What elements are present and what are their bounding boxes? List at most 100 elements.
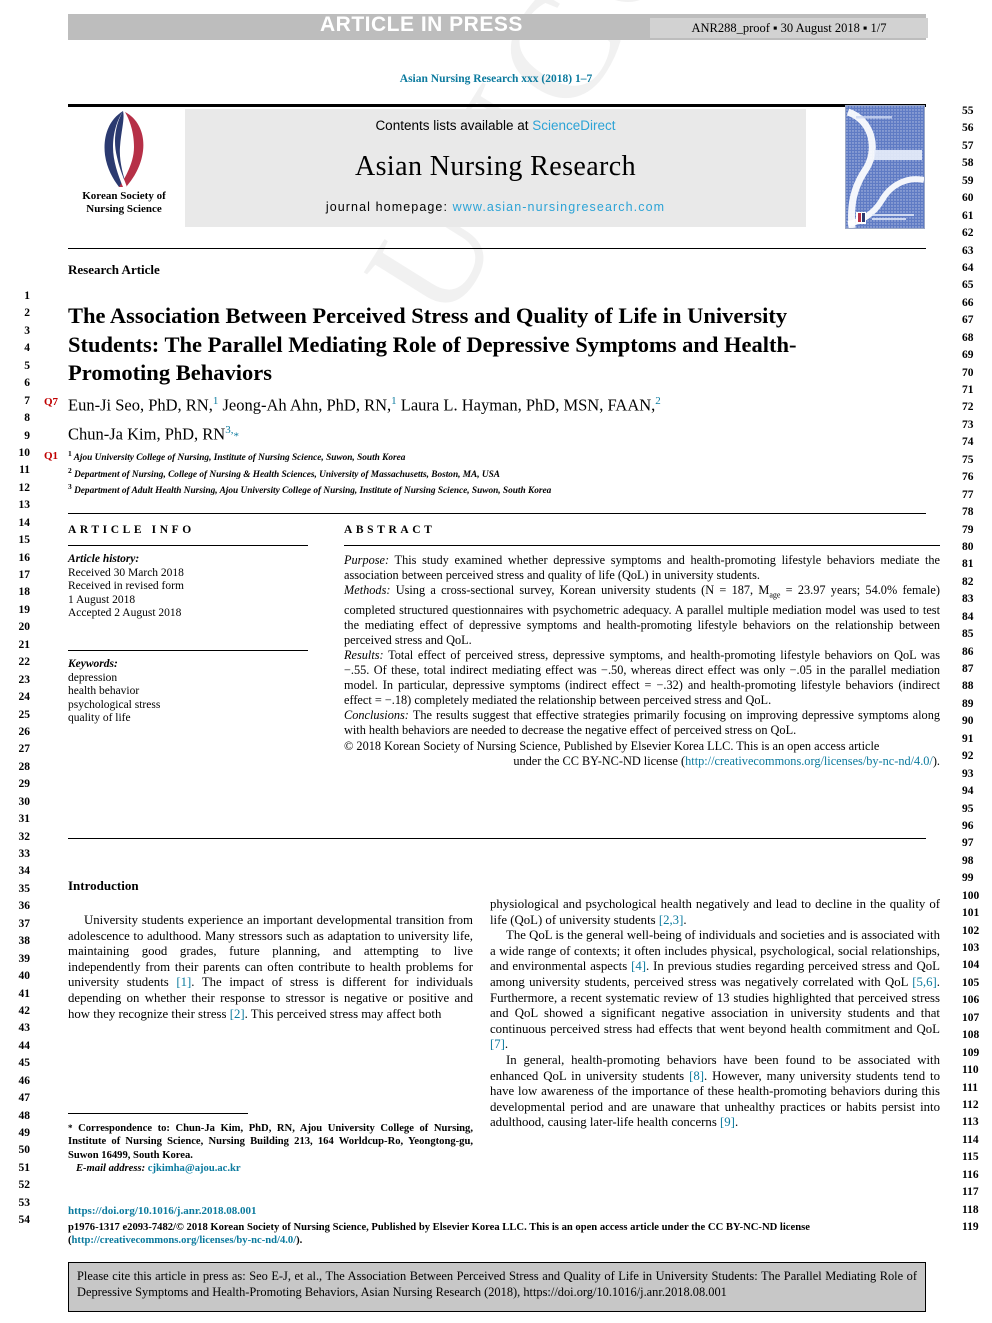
line-number: 48 (18, 1109, 31, 1122)
author-list: Eun-Ji Seo, PhD, RN,1 Jeong-Ah Ahn, PhD,… (68, 389, 938, 449)
line-number: 77 (962, 488, 974, 501)
line-number: 53 (18, 1196, 31, 1209)
line-number: 71 (962, 384, 974, 396)
citation-ref[interactable]: [8] (689, 1069, 704, 1083)
abstract-copyright: © 2018 Korean Society of Nursing Science… (344, 739, 940, 754)
line-number: 22 (18, 656, 31, 669)
line-number: 70 (962, 366, 974, 379)
line-number: 24 (18, 691, 31, 704)
line-number: 61 (962, 209, 974, 222)
proof-meta-label: ANR288_proof ▪ 30 August 2018 ▪ 1/7 (650, 18, 928, 38)
citation-ref[interactable]: [2,3] (659, 913, 684, 927)
line-number: 110 (962, 1064, 979, 1077)
contents-list-line: Contents lists available at ScienceDirec… (375, 118, 615, 133)
line-number: 34 (18, 865, 31, 878)
line-number: 55 (962, 105, 974, 117)
body-column-left: Introduction University students experie… (68, 878, 473, 1022)
author-3-affil-marker: 2 (655, 395, 661, 407)
line-number: 101 (962, 907, 980, 920)
abstract-rule-bottom (68, 838, 926, 839)
line-number: 76 (962, 471, 974, 484)
page-title: The Association Between Perceived Stress… (68, 303, 797, 386)
line-number: 62 (962, 227, 974, 240)
abstract-conclusions-label: Conclusions: (344, 708, 409, 723)
query-tag-q7[interactable]: Q7 (44, 396, 58, 408)
affiliation-list: 1 Ajou University College of Nursing, In… (68, 448, 938, 498)
line-number: 112 (962, 1098, 979, 1111)
abstract-purpose-label: Purpose: (344, 553, 390, 567)
sciencedirect-link[interactable]: ScienceDirect (532, 118, 615, 133)
cover-art-icon (846, 106, 924, 228)
line-number: 54 (18, 1214, 31, 1227)
line-number: 8 (24, 412, 30, 425)
citation-notice-box: Please cite this article in press as: Se… (68, 1262, 926, 1312)
line-number: 31 (18, 813, 31, 826)
keyword-item: quality of life (68, 712, 131, 725)
author-1: Eun-Ji Seo, PhD, RN, (68, 395, 213, 415)
line-number: 89 (962, 697, 974, 710)
line-number: 100 (962, 889, 980, 902)
issn-license-link[interactable]: http://creativecommons.org/licenses/by-n… (72, 1235, 297, 1246)
keyword-item: psychological stress (68, 698, 161, 711)
line-number: 99 (962, 872, 974, 885)
line-number: 98 (962, 854, 974, 867)
line-number: 11 (19, 464, 30, 477)
abstract-column: ABSTRACT Purpose: This study examined wh… (344, 524, 940, 769)
intro-left-text: University students experience an import… (68, 913, 473, 1022)
line-number: 6 (24, 377, 30, 390)
line-number: 74 (962, 436, 974, 449)
citation-ref[interactable]: [1] (176, 975, 191, 989)
abstract-results-label: Results: (344, 648, 384, 663)
email-link[interactable]: cjkimha@ajou.ac.kr (148, 1163, 241, 1174)
line-number: 42 (18, 1004, 31, 1017)
line-number: 33 (18, 848, 31, 860)
journal-homepage-link[interactable]: www.asian-nursingresearch.com (453, 200, 666, 214)
society-name-line2: Nursing Science (86, 202, 162, 215)
citation-ref[interactable]: [4] (631, 959, 646, 973)
citation-ref[interactable]: [7] (490, 1037, 505, 1051)
line-number: 72 (962, 401, 974, 414)
line-number: 9 (24, 429, 30, 442)
citation-ref[interactable]: [2] (230, 1007, 245, 1021)
line-number: 68 (962, 331, 974, 344)
abstract-purpose: Purpose: This study examined whether dep… (344, 553, 940, 583)
line-number: 87 (962, 663, 974, 675)
query-tag-q1[interactable]: Q1 (44, 450, 58, 462)
issn-license-suffix: ). (296, 1235, 303, 1246)
abstract-body: Purpose: This study examined whether dep… (344, 553, 940, 769)
abstract-license: under the CC BY-NC-ND license (http://cr… (344, 754, 940, 769)
line-number: 27 (18, 743, 31, 756)
author-4: Chun-Ja Kim, PhD, RN (68, 424, 226, 443)
line-number: 32 (18, 830, 31, 843)
line-number: 7 (24, 394, 30, 407)
copyright-text: © 2018 Korean Society of Nursing Science… (344, 738, 880, 753)
line-number: 4 (24, 342, 30, 355)
keywords-block: Keywords: depression health behavior psy… (68, 658, 308, 726)
citation-notice-text: Please cite this article in press as: Se… (77, 1269, 917, 1299)
citation-ref[interactable]: [5,6] (912, 975, 937, 989)
line-number: 39 (18, 952, 31, 965)
affiliation-text: Department of Adult Health Nursing, Ajou… (74, 486, 552, 497)
line-number: 117 (962, 1186, 979, 1199)
line-number: 113 (962, 1116, 979, 1129)
line-number: 86 (962, 645, 974, 658)
line-number: 73 (962, 418, 974, 431)
correspondence-text: Correspondence to: Chun-Ja Kim, PhD, RN,… (68, 1123, 473, 1161)
abstract-conclusions-text: The results suggest that effective strat… (344, 708, 940, 738)
article-in-press-label: ARTICLE IN PRESS (320, 13, 523, 36)
line-number: 69 (962, 349, 974, 362)
article-info-rule (68, 545, 308, 546)
line-number: 65 (962, 279, 974, 292)
citation-ref[interactable]: [9] (720, 1115, 735, 1129)
line-number: 60 (962, 192, 974, 205)
doi-link[interactable]: https://doi.org/10.1016/j.anr.2018.08.00… (68, 1205, 256, 1217)
line-number: 59 (962, 174, 974, 187)
history-item: Received 30 March 2018 (68, 566, 184, 579)
author-2-affil-marker: 1 (391, 395, 397, 407)
affiliation-item: 2 Department of Nursing, College of Nurs… (68, 465, 500, 480)
license-link[interactable]: http://creativecommons.org/licenses/by-n… (685, 754, 933, 768)
line-number: 106 (962, 994, 980, 1007)
line-number: 44 (18, 1039, 31, 1052)
homepage-prefix: journal homepage: (325, 200, 453, 214)
